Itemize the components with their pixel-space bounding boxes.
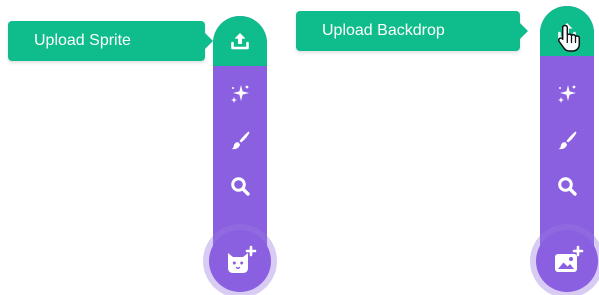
surprise-backdrop-button[interactable]: [540, 74, 594, 114]
choose-sprite-button[interactable]: [209, 230, 271, 292]
upload-backdrop-tooltip: Upload Backdrop: [296, 11, 528, 51]
add-sprite-cat-icon: [228, 245, 257, 273]
upload-sprite-button[interactable]: [213, 16, 267, 66]
choose-sprite-ring: [203, 224, 277, 295]
paint-sprite-button[interactable]: [213, 120, 267, 160]
upload-backdrop-tooltip-label: Upload Backdrop: [322, 22, 445, 39]
upload-backdrop-button[interactable]: [540, 6, 594, 56]
backdrop-menu: [540, 6, 594, 254]
surprise-sprite-button[interactable]: [213, 74, 267, 114]
surprise-sparkle-icon: [231, 85, 249, 103]
search-icon: [231, 177, 250, 196]
upload-icon: [231, 33, 249, 50]
search-icon: [558, 177, 577, 196]
paint-backdrop-button[interactable]: [540, 120, 594, 160]
sprite-menu: [213, 16, 267, 254]
screenshot-canvas: Upload Sprite Upload Backdrop: [0, 0, 599, 295]
choose-backdrop-button[interactable]: [536, 230, 598, 292]
search-backdrop-button[interactable]: [540, 166, 594, 206]
surprise-sparkle-icon: [558, 85, 576, 103]
choose-backdrop-ring: [530, 224, 599, 295]
hand-pointer-cursor-icon: [558, 24, 581, 52]
paint-brush-icon: [558, 131, 577, 150]
upload-sprite-tooltip-label: Upload Sprite: [34, 32, 131, 49]
paint-brush-icon: [231, 131, 250, 150]
search-sprite-button[interactable]: [213, 166, 267, 206]
upload-sprite-tooltip: Upload Sprite: [8, 21, 213, 61]
add-backdrop-image-icon: [555, 245, 584, 272]
